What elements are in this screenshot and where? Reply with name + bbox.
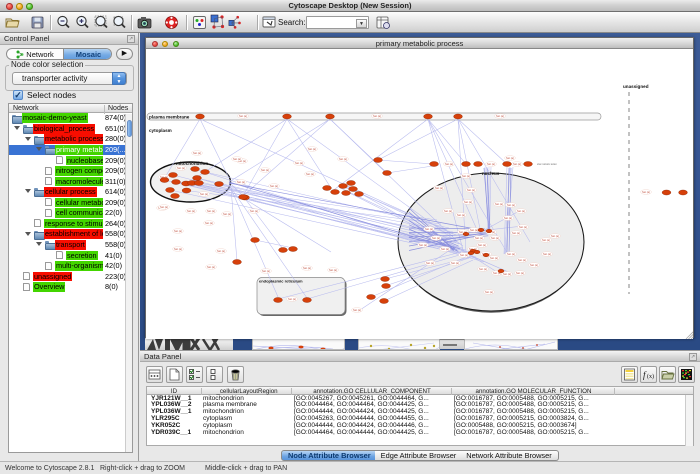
svg-text:Set (a): Set (a) bbox=[467, 188, 475, 192]
svg-text:Set (a): Set (a) bbox=[426, 261, 434, 265]
svg-text:Set (a): Set (a) bbox=[517, 209, 525, 213]
svg-text:Set (a): Set (a) bbox=[504, 216, 512, 220]
svg-text:Set (a): Set (a) bbox=[464, 200, 472, 204]
svg-text:Set (a): Set (a) bbox=[513, 162, 521, 166]
svg-text:Set (a): Set (a) bbox=[487, 162, 495, 166]
svg-text:Set (a): Set (a) bbox=[160, 205, 168, 209]
svg-text:Set (a): Set (a) bbox=[490, 256, 498, 260]
svg-text:Set (a): Set (a) bbox=[435, 186, 443, 190]
svg-text:Set (a): Set (a) bbox=[495, 202, 503, 206]
svg-text:Set (a): Set (a) bbox=[519, 225, 527, 229]
svg-text:Set (a): Set (a) bbox=[177, 166, 185, 170]
svg-text:Set (a): Set (a) bbox=[542, 238, 550, 242]
svg-text:Set (a): Set (a) bbox=[174, 247, 182, 251]
svg-text:Set (a): Set (a) bbox=[642, 190, 650, 194]
svg-text:Set (a): Set (a) bbox=[223, 212, 231, 216]
svg-text:Set (a): Set (a) bbox=[462, 174, 470, 178]
svg-text:Set (a): Set (a) bbox=[478, 243, 486, 247]
svg-text:Set (a): Set (a) bbox=[233, 157, 241, 161]
svg-text:Set (a): Set (a) bbox=[432, 236, 440, 240]
svg-text:Set (a): Set (a) bbox=[250, 209, 258, 213]
svg-text:Set (a): Set (a) bbox=[457, 213, 465, 217]
svg-text:Set (a): Set (a) bbox=[470, 228, 478, 232]
svg-text:Set (a): Set (a) bbox=[174, 229, 182, 233]
svg-text:Set (a): Set (a) bbox=[512, 231, 520, 235]
svg-text:Set (a): Set (a) bbox=[460, 253, 468, 257]
svg-text:Set (a): Set (a) bbox=[373, 114, 381, 118]
svg-text:Set (a): Set (a) bbox=[479, 267, 487, 271]
svg-text:Set (a): Set (a) bbox=[270, 184, 278, 188]
svg-text:Set (a): Set (a) bbox=[491, 236, 499, 240]
svg-text:Set (a): Set (a) bbox=[507, 252, 515, 256]
svg-text:Set (a): Set (a) bbox=[329, 268, 337, 272]
svg-text:Set (a): Set (a) bbox=[237, 180, 245, 184]
svg-text:Set (a): Set (a) bbox=[507, 203, 515, 207]
svg-text:Set (a): Set (a) bbox=[308, 147, 316, 151]
svg-text:Set (a): Set (a) bbox=[516, 271, 524, 275]
svg-text:Set (a): Set (a) bbox=[261, 168, 269, 172]
svg-text:Set (a): Set (a) bbox=[288, 297, 296, 301]
svg-text:cytoplasm: cytoplasm bbox=[149, 128, 172, 133]
svg-text:Set (a): Set (a) bbox=[262, 269, 270, 273]
svg-text:Set (a): Set (a) bbox=[205, 221, 213, 225]
svg-text:Set (a): Set (a) bbox=[339, 157, 347, 161]
svg-text:unassigned: unassigned bbox=[623, 84, 649, 89]
svg-text:Set (a): Set (a) bbox=[425, 227, 433, 231]
svg-text:endoplasmic reticulum: endoplasmic reticulum bbox=[259, 279, 303, 284]
svg-text:Set (a): Set (a) bbox=[207, 265, 215, 269]
svg-text:Set (a): Set (a) bbox=[200, 192, 208, 196]
svg-text:Set (a): Set (a) bbox=[518, 258, 526, 262]
svg-text:Set (a): Set (a) bbox=[451, 261, 459, 265]
svg-text:Set (a): Set (a) bbox=[496, 114, 504, 118]
svg-text:Set (a): Set (a) bbox=[239, 114, 247, 118]
svg-text:Set (a): Set (a) bbox=[207, 209, 215, 213]
svg-text:Set (a): Set (a) bbox=[295, 161, 303, 165]
svg-text:(x): (x) bbox=[647, 373, 654, 380]
svg-text:Set (a): Set (a) bbox=[187, 209, 195, 213]
svg-text:Set (a): Set (a) bbox=[551, 234, 559, 238]
svg-text:Set (a): Set (a) bbox=[445, 162, 453, 166]
svg-text:Set (a): Set (a) bbox=[353, 308, 361, 312]
svg-text:Set (a): Set (a) bbox=[193, 151, 201, 155]
svg-text:Set (a): Set (a) bbox=[475, 236, 483, 240]
svg-text:Set (a): Set (a) bbox=[419, 243, 427, 247]
svg-text:Set (a): Set (a) bbox=[543, 252, 551, 256]
svg-text:Set (a): Set (a) bbox=[530, 263, 538, 267]
svg-text:Set (a): Set (a) bbox=[506, 156, 514, 160]
svg-text:Set (a): Set (a) bbox=[306, 172, 314, 176]
svg-text:Set (a): Set (a) bbox=[444, 209, 452, 213]
svg-text:plasma membrane: plasma membrane bbox=[149, 115, 190, 120]
svg-text:mitochondrion: mitochondrion bbox=[176, 161, 208, 166]
svg-text:Set (a): Set (a) bbox=[503, 272, 511, 276]
svg-text:xxx xxxxx xxxx: xxx xxxxx xxxx bbox=[537, 162, 557, 166]
svg-text:Set (a): Set (a) bbox=[303, 266, 311, 270]
svg-text:Set (a): Set (a) bbox=[217, 249, 225, 253]
svg-text:nucleus: nucleus bbox=[482, 171, 500, 176]
svg-text:Set (a): Set (a) bbox=[441, 247, 449, 251]
svg-text:Set (a): Set (a) bbox=[485, 290, 493, 294]
